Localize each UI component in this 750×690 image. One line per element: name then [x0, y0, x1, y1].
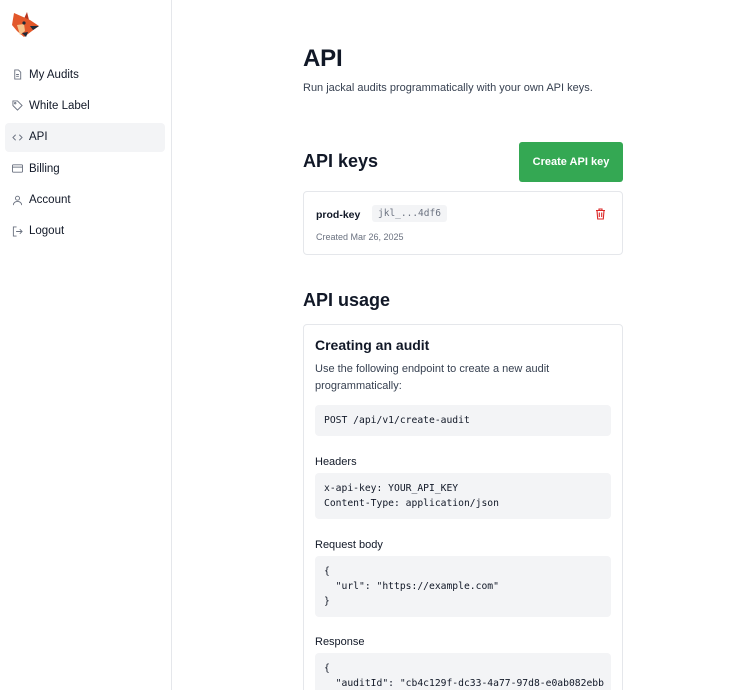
api-key-name: prod-key: [316, 209, 361, 221]
document-icon: [12, 69, 23, 80]
sidebar-item-label: White Label: [29, 99, 90, 112]
sidebar-item-billing[interactable]: Billing: [5, 154, 165, 183]
api-key-created-date: Created Mar 26, 2025: [316, 232, 404, 242]
headers-code-block: x-api-key: YOUR_API_KEY Content-Type: ap…: [315, 473, 611, 519]
logout-icon: [12, 226, 23, 237]
request-body-code-block: { "url": "https://example.com" }: [315, 556, 611, 617]
api-key-card: prod-key jkl_...4df6 Created Mar 26, 202…: [303, 191, 623, 255]
endpoint-code-block: POST /api/v1/create-audit: [315, 405, 611, 436]
sidebar-item-api[interactable]: API: [5, 122, 165, 152]
page-subtitle: Run jackal audits programmatically with …: [303, 82, 593, 94]
sidebar-item-label: API: [29, 131, 48, 144]
api-keys-heading: API keys: [303, 151, 379, 171]
response-label: Response: [315, 636, 365, 648]
sidebar: My Audits White Label API Billing Accoun…: [0, 0, 172, 690]
api-key-masked-value: jkl_...4df6: [372, 205, 447, 222]
sidebar-item-account[interactable]: Account: [5, 186, 165, 215]
sidebar-item-label: Billing: [29, 162, 60, 175]
sidebar-item-label: My Audits: [29, 68, 79, 81]
jackal-logo-icon[interactable]: [10, 11, 40, 39]
api-usage-card: Creating an audit Use the following endp…: [303, 324, 623, 690]
delete-trash-icon[interactable]: [595, 207, 606, 220]
sidebar-item-white-label[interactable]: White Label: [5, 91, 165, 120]
sidebar-item-label: Account: [29, 194, 71, 207]
tag-icon: [12, 100, 23, 112]
sidebar-item-logout[interactable]: Logout: [5, 217, 165, 246]
response-code-block: { "auditId": "cb4c129f-dc33-4a77-97d8-e0…: [315, 653, 611, 690]
create-api-key-button[interactable]: Create API key: [519, 142, 623, 182]
sidebar-nav: My Audits White Label API Billing Accoun…: [5, 60, 165, 248]
usage-description: Use the following endpoint to create a n…: [315, 363, 550, 392]
creating-audit-heading: Creating an audit: [315, 337, 430, 353]
headers-label: Headers: [315, 456, 357, 468]
credit-card-icon: [12, 163, 23, 174]
user-icon: [12, 195, 23, 206]
page-title: API: [303, 45, 343, 72]
sidebar-item-my-audits[interactable]: My Audits: [5, 60, 165, 89]
sidebar-item-label: Logout: [29, 225, 65, 238]
code-icon: [12, 132, 23, 143]
request-body-label: Request body: [315, 539, 383, 551]
api-usage-heading: API usage: [303, 290, 391, 310]
